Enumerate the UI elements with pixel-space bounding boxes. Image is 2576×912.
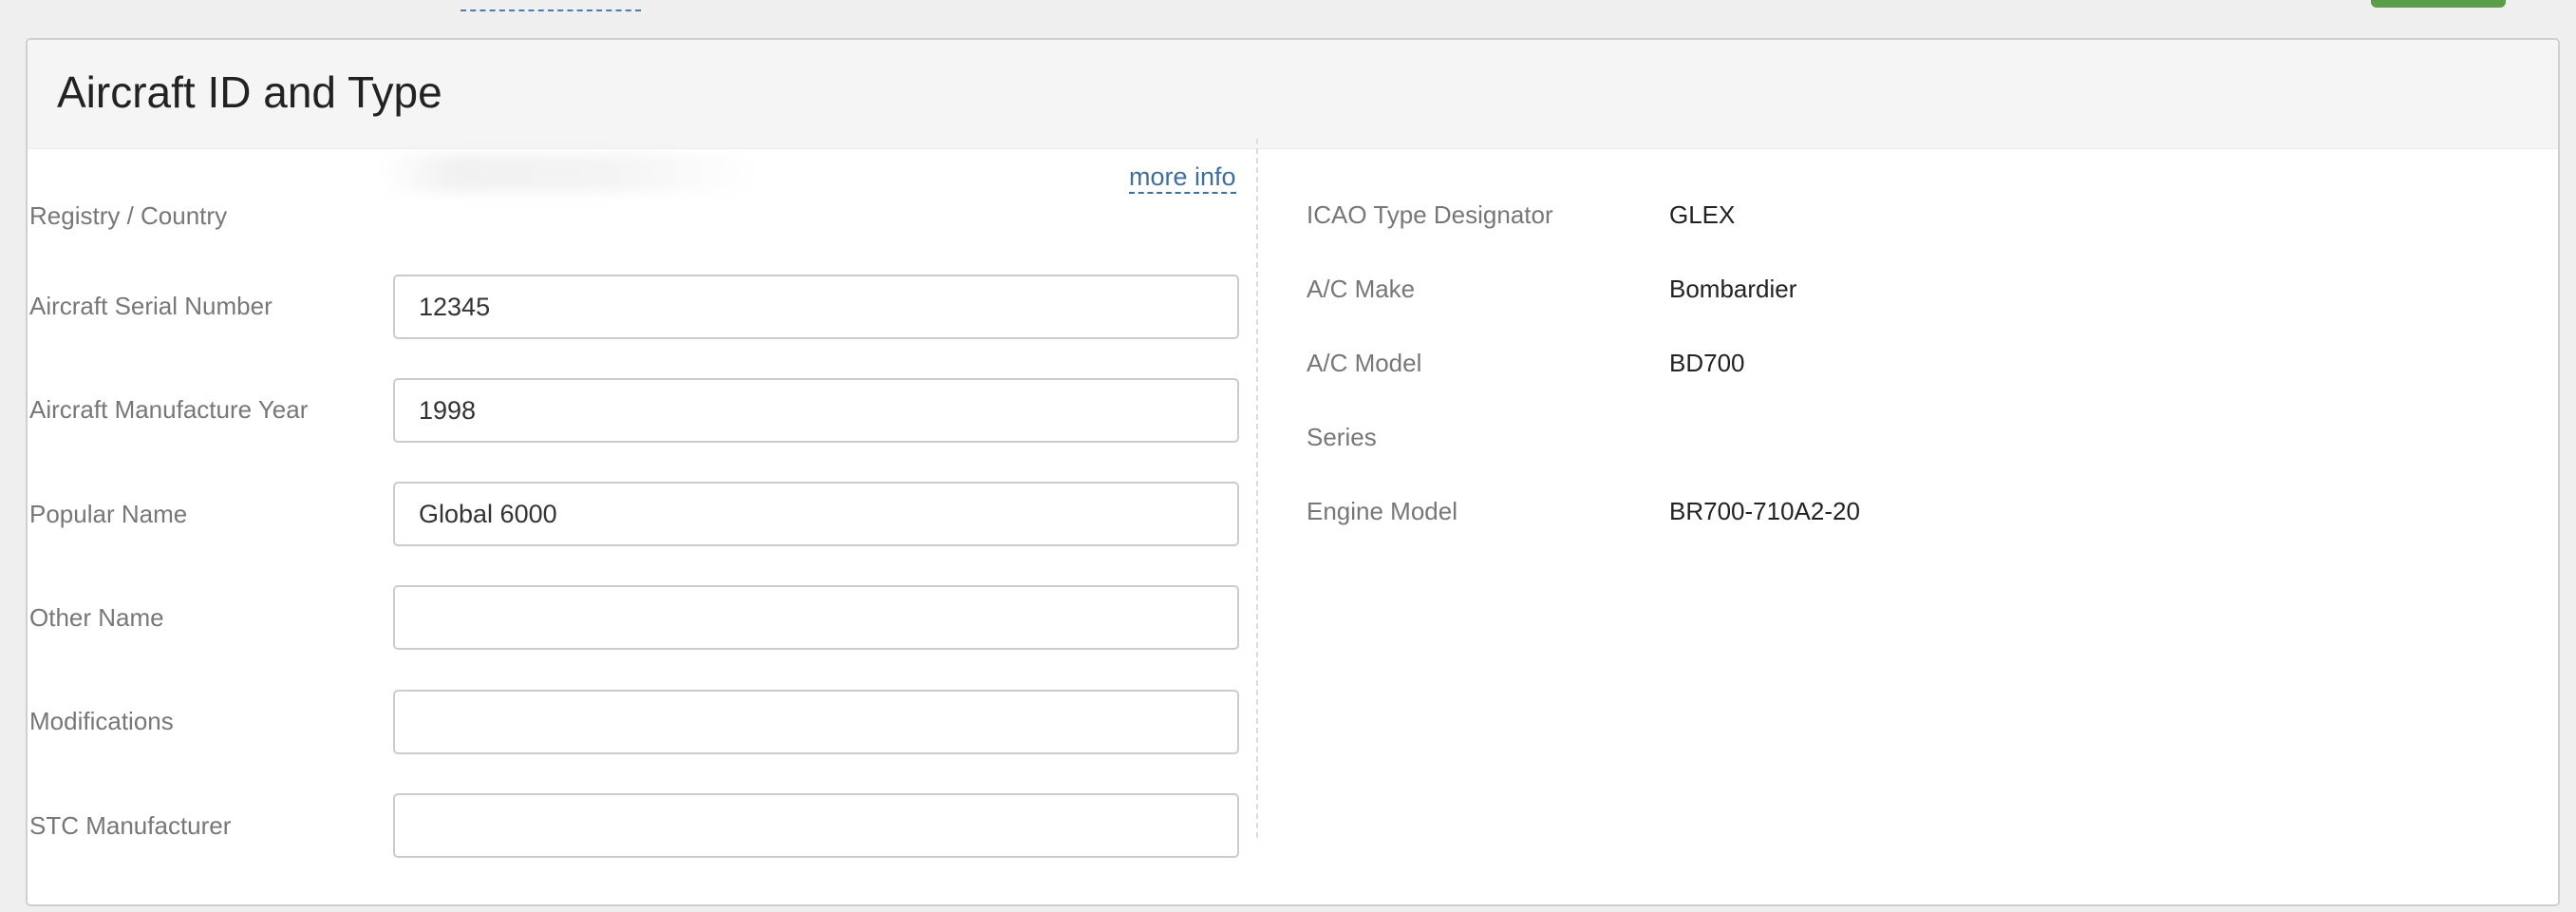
other-name-label: Other Name <box>29 603 164 632</box>
manufacture-year-label: Aircraft Manufacture Year <box>29 395 309 424</box>
column-divider <box>1256 139 1258 838</box>
stc-manufacturer-input[interactable] <box>393 793 1239 858</box>
top-partial-link[interactable] <box>461 0 641 11</box>
ac-make-label: A/C Make <box>1307 275 1416 303</box>
modifications-label: Modifications <box>29 707 174 735</box>
engine-model-value: BR700-710A2-20 <box>1669 497 1860 525</box>
panel-header: Aircraft ID and Type <box>28 40 2558 149</box>
popular-name-label: Popular Name <box>29 500 188 528</box>
registry-country-label: Registry / Country <box>29 201 228 230</box>
series-label: Series <box>1307 423 1377 451</box>
serial-number-input[interactable] <box>393 275 1239 339</box>
ac-make-value: Bombardier <box>1669 275 1797 303</box>
popular-name-input[interactable] <box>393 482 1239 546</box>
engine-model-label: Engine Model <box>1307 497 1457 525</box>
more-info-link[interactable]: more info <box>1129 162 1236 194</box>
icao-type-label: ICAO Type Designator <box>1307 200 1553 229</box>
serial-number-label: Aircraft Serial Number <box>29 292 273 320</box>
panel-title: Aircraft ID and Type <box>57 67 442 117</box>
stc-manufacturer-label: STC Manufacturer <box>29 811 232 840</box>
top-action-button[interactable] <box>2371 0 2506 8</box>
modifications-input[interactable] <box>393 690 1239 754</box>
manufacture-year-input[interactable] <box>393 378 1239 443</box>
ac-model-label: A/C Model <box>1307 349 1422 377</box>
other-name-input[interactable] <box>393 585 1239 650</box>
icao-type-value: GLEX <box>1669 200 1736 229</box>
ac-model-value: BD700 <box>1669 349 1745 377</box>
registry-country-value <box>380 154 760 192</box>
top-toolbar-strip <box>0 0 2576 38</box>
